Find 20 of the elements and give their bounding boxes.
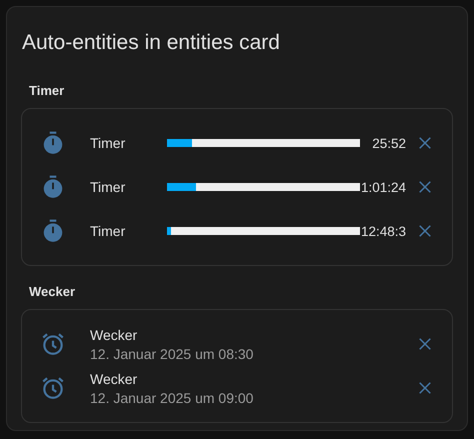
alarm-time: 12. Januar 2025 um 08:30 <box>90 346 254 362</box>
timer-name: Timer <box>90 135 126 151</box>
alarm-name: Wecker <box>90 370 138 386</box>
alarm-time: 12. Januar 2025 um 09:00 <box>90 390 254 406</box>
close-icon[interactable] <box>418 337 432 351</box>
section-heading: Timer <box>29 83 66 98</box>
timer-name: Timer <box>90 223 126 239</box>
remaining-time: 12:48:3 <box>360 224 406 238</box>
alarm-name: Wecker <box>90 326 138 342</box>
close-icon[interactable] <box>418 224 432 238</box>
timer-name: Timer <box>90 179 126 195</box>
remaining-time: 1:01:24 <box>360 180 406 194</box>
close-icon[interactable] <box>418 136 432 150</box>
card-title: Auto-entities in entities card <box>21 31 281 55</box>
remaining-time: 25:52 <box>371 136 406 150</box>
section-heading: Wecker <box>29 284 76 299</box>
close-icon[interactable] <box>418 381 432 395</box>
alarm-clock-icon <box>40 331 66 357</box>
close-icon[interactable] <box>418 180 432 194</box>
alarm-clock-icon <box>40 375 66 401</box>
